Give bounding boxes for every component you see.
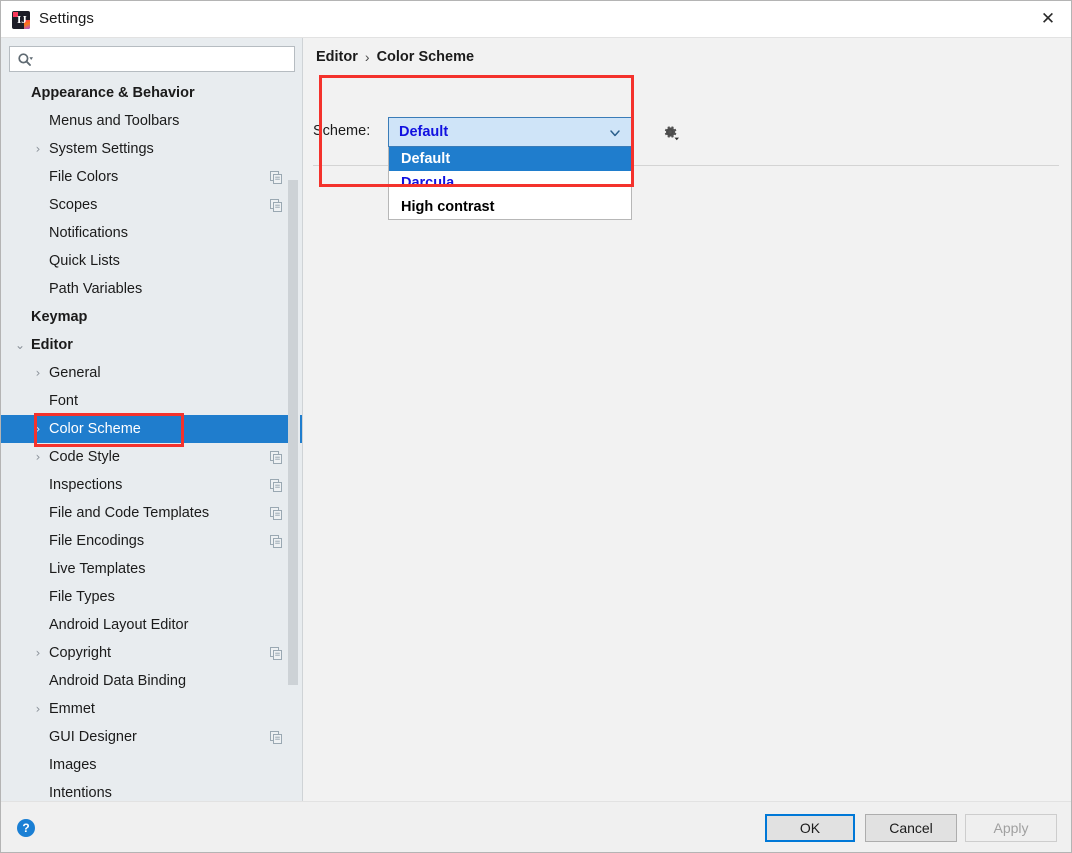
collapse-arrow-icon[interactable]: ⌄ [13,338,27,352]
sidebar-item-editor[interactable]: ⌄ Editor [1,331,302,359]
sidebar-item-color-scheme[interactable]: › Color Scheme [1,415,302,443]
sidebar-item-appearance-behavior[interactable]: Appearance & Behavior [1,79,302,107]
copy-settings-icon[interactable] [270,731,283,744]
sidebar-item-file-encodings[interactable]: File Encodings [1,527,302,555]
cancel-button[interactable]: Cancel [865,814,957,842]
sidebar-item-gui-designer[interactable]: GUI Designer [1,723,302,751]
breadcrumb-leaf: Color Scheme [376,49,475,65]
sidebar-item-emmet[interactable]: › Emmet [1,695,302,723]
breadcrumb-root[interactable]: Editor [316,49,358,65]
scheme-combobox-value: Default [399,124,449,140]
search-input[interactable] [38,47,290,71]
sidebar-item-label: Scopes [49,197,98,213]
color-scheme-panel: Editor › Color Scheme Scheme: Default De… [303,38,1071,803]
sidebar-item-label: Inspections [49,477,123,493]
copy-settings-icon[interactable] [270,479,283,492]
sidebar-item-label: Live Templates [49,561,146,577]
search-icon [18,53,33,66]
ok-button[interactable]: OK [765,814,855,842]
help-icon[interactable]: ? [17,819,35,837]
search-box[interactable] [9,46,295,72]
sidebar-item-label: Color Scheme [49,421,141,437]
sidebar-item-label: Path Variables [49,281,143,297]
gear-icon [664,126,679,141]
expand-arrow-icon[interactable]: › [31,366,45,380]
sidebar-item-notifications[interactable]: Notifications [1,219,302,247]
sidebar-item-file-types[interactable]: File Types [1,583,302,611]
sidebar-item-file-colors[interactable]: File Colors [1,163,302,191]
scheme-option-high-contrast[interactable]: High contrast [389,195,631,219]
sidebar-item-keymap[interactable]: Keymap [1,303,302,331]
sidebar-item-label: System Settings [49,141,154,157]
scheme-option-darcula[interactable]: Darcula [389,171,631,195]
sidebar-item-android-data-binding[interactable]: Android Data Binding [1,667,302,695]
sidebar-item-label: File Encodings [49,533,145,549]
logo-glyph: IJ [17,14,27,26]
sidebar-item-path-variables[interactable]: Path Variables [1,275,302,303]
title-bar: IJ Settings ✕ [1,1,1071,38]
intellij-idea-logo-icon: IJ [12,11,30,29]
chevron-down-icon [610,130,620,137]
copy-settings-icon[interactable] [270,535,283,548]
breadcrumb: Editor › Color Scheme [316,49,474,65]
sidebar-item-live-templates[interactable]: Live Templates [1,555,302,583]
settings-sidebar: Appearance & Behavior Menus and Toolbars ›… [1,38,303,803]
sidebar-item-label: Editor [31,337,73,353]
apply-button: Apply [965,814,1057,842]
sidebar-item-quick-lists[interactable]: Quick Lists [1,247,302,275]
scheme-combobox[interactable]: Default [388,117,632,147]
sidebar-item-copyright[interactable]: › Copyright [1,639,302,667]
sidebar-item-label: Quick Lists [49,253,120,269]
sidebar-item-label: Font [49,393,79,409]
sidebar-item-label: Menus and Toolbars [49,113,180,129]
settings-tree[interactable]: Appearance & Behavior Menus and Toolbars ›… [1,79,302,803]
scheme-option-default[interactable]: Default [389,147,631,171]
settings-dialog: IJ Settings ✕ Appearance & Behavior Menus… [0,0,1072,853]
breadcrumb-separator-icon: › [364,49,370,65]
sidebar-item-label: GUI Designer [49,729,137,745]
expand-arrow-icon[interactable]: › [31,450,45,464]
sidebar-item-images[interactable]: Images [1,751,302,779]
copy-settings-icon[interactable] [270,171,283,184]
sidebar-item-intentions[interactable]: Intentions [1,779,302,803]
sidebar-item-font[interactable]: Font [1,387,302,415]
sidebar-item-label: Android Layout Editor [49,617,189,633]
sidebar-item-label: Emmet [49,701,95,717]
sidebar-item-label: Notifications [49,225,128,241]
window-title: Settings [39,10,94,27]
sidebar-item-label: Keymap [31,309,88,325]
sidebar-item-label: File Colors [49,169,119,185]
expand-arrow-icon[interactable]: › [31,646,45,660]
sidebar-item-scopes[interactable]: Scopes [1,191,302,219]
close-icon[interactable]: ✕ [1025,1,1071,37]
sidebar-item-label: Code Style [49,449,120,465]
copy-settings-icon[interactable] [270,451,283,464]
copy-settings-icon[interactable] [270,199,283,212]
scheme-label: Scheme: [313,123,371,139]
sidebar-item-label: Android Data Binding [49,673,187,689]
expand-arrow-icon[interactable]: › [31,702,45,716]
sidebar-scrollbar-track[interactable] [288,79,300,803]
copy-settings-icon[interactable] [270,507,283,520]
sidebar-item-inspections[interactable]: Inspections [1,471,302,499]
sidebar-item-label: Appearance & Behavior [31,85,195,101]
sidebar-item-system-settings[interactable]: › System Settings [1,135,302,163]
expand-arrow-icon[interactable]: › [31,422,45,436]
sidebar-item-menus-and-toolbars[interactable]: Menus and Toolbars [1,107,302,135]
scheme-dropdown-list[interactable]: Default Darcula High contrast [388,147,632,220]
sidebar-item-file-and-code-templates[interactable]: File and Code Templates [1,499,302,527]
sidebar-item-label: Intentions [49,785,112,801]
sidebar-item-label: Images [49,757,97,773]
copy-settings-icon[interactable] [270,647,283,660]
sidebar-item-android-layout-editor[interactable]: Android Layout Editor [1,611,302,639]
sidebar-item-label: File and Code Templates [49,505,210,521]
sidebar-item-label: File Types [49,589,115,605]
sidebar-item-general[interactable]: › General [1,359,302,387]
expand-arrow-icon[interactable]: › [31,142,45,156]
sidebar-item-code-style[interactable]: › Code Style [1,443,302,471]
sidebar-item-label: Copyright [49,645,112,661]
scheme-actions-gear-button[interactable] [657,119,683,145]
sidebar-scrollbar-thumb[interactable] [288,180,298,685]
sidebar-item-label: General [49,365,101,381]
